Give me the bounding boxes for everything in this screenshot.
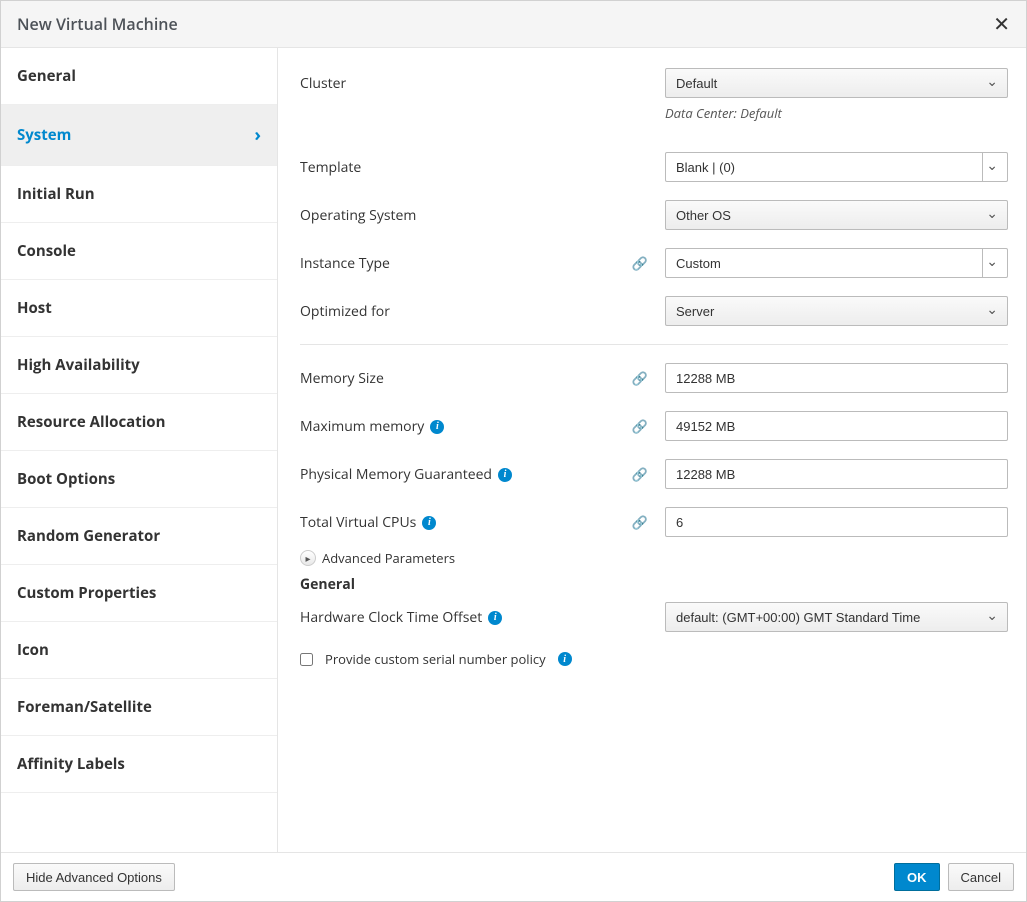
new-vm-dialog: New Virtual Machine ✕ General System › I… xyxy=(0,0,1027,902)
chain-icon: 🔗 xyxy=(632,465,648,483)
sidebar-item-label: Custom Properties xyxy=(17,583,156,603)
sidebar-item-label: Affinity Labels xyxy=(17,754,125,774)
sidebar-item-console[interactable]: Console xyxy=(1,223,277,280)
sidebar-item-initial-run[interactable]: Initial Run xyxy=(1,166,277,223)
input-max-memory[interactable] xyxy=(665,411,1008,441)
input-memory-size[interactable] xyxy=(665,363,1008,393)
row-instance-type: Instance Type 🔗 Custom xyxy=(300,248,1008,278)
sidebar-item-label: Foreman/Satellite xyxy=(17,697,152,717)
dialog-body: General System › Initial Run Console Hos… xyxy=(1,48,1026,852)
sidebar-item-affinity-labels[interactable]: Affinity Labels xyxy=(1,736,277,793)
info-icon[interactable]: i xyxy=(488,611,502,625)
sidebar-item-random-generator[interactable]: Random Generator xyxy=(1,508,277,565)
select-template[interactable]: Blank | (0) xyxy=(665,152,1008,182)
select-os[interactable]: Other OS xyxy=(665,200,1008,230)
label-phys-memory: Physical Memory Guaranteed i xyxy=(300,459,615,484)
sidebar-item-label: General xyxy=(17,66,76,86)
row-max-memory: Maximum memory i 🔗 xyxy=(300,411,1008,441)
chain-icon: 🔗 xyxy=(632,513,648,531)
label-max-memory: Maximum memory i xyxy=(300,411,615,436)
label-memory-size: Memory Size xyxy=(300,363,615,388)
checkbox-serial-policy[interactable] xyxy=(300,653,313,666)
chevron-right-icon: › xyxy=(254,123,261,147)
sidebar-item-custom-properties[interactable]: Custom Properties xyxy=(1,565,277,622)
row-memory-size: Memory Size 🔗 xyxy=(300,363,1008,393)
label-clock-offset: Hardware Clock Time Offset i xyxy=(300,602,615,627)
label-vcpus: Total Virtual CPUs i xyxy=(300,507,615,532)
sidebar-item-foreman-satellite[interactable]: Foreman/Satellite xyxy=(1,679,277,736)
sidebar-item-label: High Availability xyxy=(17,355,140,375)
sidebar-item-label: Initial Run xyxy=(17,184,95,204)
label-optimized-for: Optimized for xyxy=(300,296,615,321)
expand-right-icon: ▸ xyxy=(300,550,316,566)
sidebar-item-label: System xyxy=(17,125,71,145)
cancel-button[interactable]: Cancel xyxy=(948,863,1014,891)
chain-icon: 🔗 xyxy=(632,369,648,387)
row-template: Template Blank | (0) xyxy=(300,152,1008,182)
label-serial-policy: Provide custom serial number policy xyxy=(325,650,546,668)
sidebar-item-icon[interactable]: Icon xyxy=(1,622,277,679)
row-phys-memory: Physical Memory Guaranteed i 🔗 xyxy=(300,459,1008,489)
sidebar-item-label: Random Generator xyxy=(17,526,160,546)
advanced-parameters-expander[interactable]: ▸ Advanced Parameters xyxy=(300,549,1008,567)
row-os: Operating System Other OS xyxy=(300,200,1008,230)
chain-icon: 🔗 xyxy=(632,417,648,435)
select-clock-offset[interactable]: default: (GMT+00:00) GMT Standard Time xyxy=(665,602,1008,632)
sidebar-item-system[interactable]: System › xyxy=(1,105,277,166)
sidebar-item-label: Icon xyxy=(17,640,49,660)
row-vcpus: Total Virtual CPUs i 🔗 xyxy=(300,507,1008,537)
subsection-general: General xyxy=(300,575,1008,594)
sidebar: General System › Initial Run Console Hos… xyxy=(1,48,278,852)
hide-advanced-button[interactable]: Hide Advanced Options xyxy=(13,863,175,891)
sidebar-item-label: Resource Allocation xyxy=(17,412,165,432)
input-phys-memory[interactable] xyxy=(665,459,1008,489)
select-cluster[interactable]: Default xyxy=(665,68,1008,98)
dialog-title: New Virtual Machine xyxy=(17,13,178,35)
sidebar-item-label: Boot Options xyxy=(17,469,115,489)
label-instance-type: Instance Type xyxy=(300,248,615,273)
label-os: Operating System xyxy=(300,200,615,225)
sidebar-item-label: Console xyxy=(17,241,76,261)
dialog-header: New Virtual Machine ✕ xyxy=(1,1,1026,48)
sidebar-item-boot-options[interactable]: Boot Options xyxy=(1,451,277,508)
select-optimized-for[interactable]: Server xyxy=(665,296,1008,326)
advanced-parameters-label: Advanced Parameters xyxy=(322,549,455,567)
form-content: Cluster Default Data Center: Default Tem… xyxy=(278,48,1026,852)
close-icon[interactable]: ✕ xyxy=(993,14,1010,34)
row-cluster: Cluster Default Data Center: Default xyxy=(300,68,1008,122)
info-icon[interactable]: i xyxy=(430,420,444,434)
section-divider xyxy=(300,344,1008,345)
select-instance-type[interactable]: Custom xyxy=(665,248,1008,278)
info-icon[interactable]: i xyxy=(422,516,436,530)
row-serial-policy: Provide custom serial number policy i xyxy=(300,650,1008,668)
input-vcpus[interactable] xyxy=(665,507,1008,537)
sidebar-item-resource-allocation[interactable]: Resource Allocation xyxy=(1,394,277,451)
info-icon[interactable]: i xyxy=(498,468,512,482)
info-icon[interactable]: i xyxy=(558,652,572,666)
sidebar-item-high-availability[interactable]: High Availability xyxy=(1,337,277,394)
helper-datacenter: Data Center: Default xyxy=(665,104,1008,122)
dialog-footer: Hide Advanced Options OK Cancel xyxy=(1,852,1026,901)
sidebar-item-label: Host xyxy=(17,298,52,318)
chain-icon: 🔗 xyxy=(632,254,648,272)
label-template: Template xyxy=(300,152,615,177)
row-clock-offset: Hardware Clock Time Offset i default: (G… xyxy=(300,602,1008,632)
ok-button[interactable]: OK xyxy=(894,863,940,891)
label-cluster: Cluster xyxy=(300,68,615,93)
row-optimized-for: Optimized for Server xyxy=(300,296,1008,326)
sidebar-item-host[interactable]: Host xyxy=(1,280,277,337)
sidebar-item-general[interactable]: General xyxy=(1,48,277,105)
